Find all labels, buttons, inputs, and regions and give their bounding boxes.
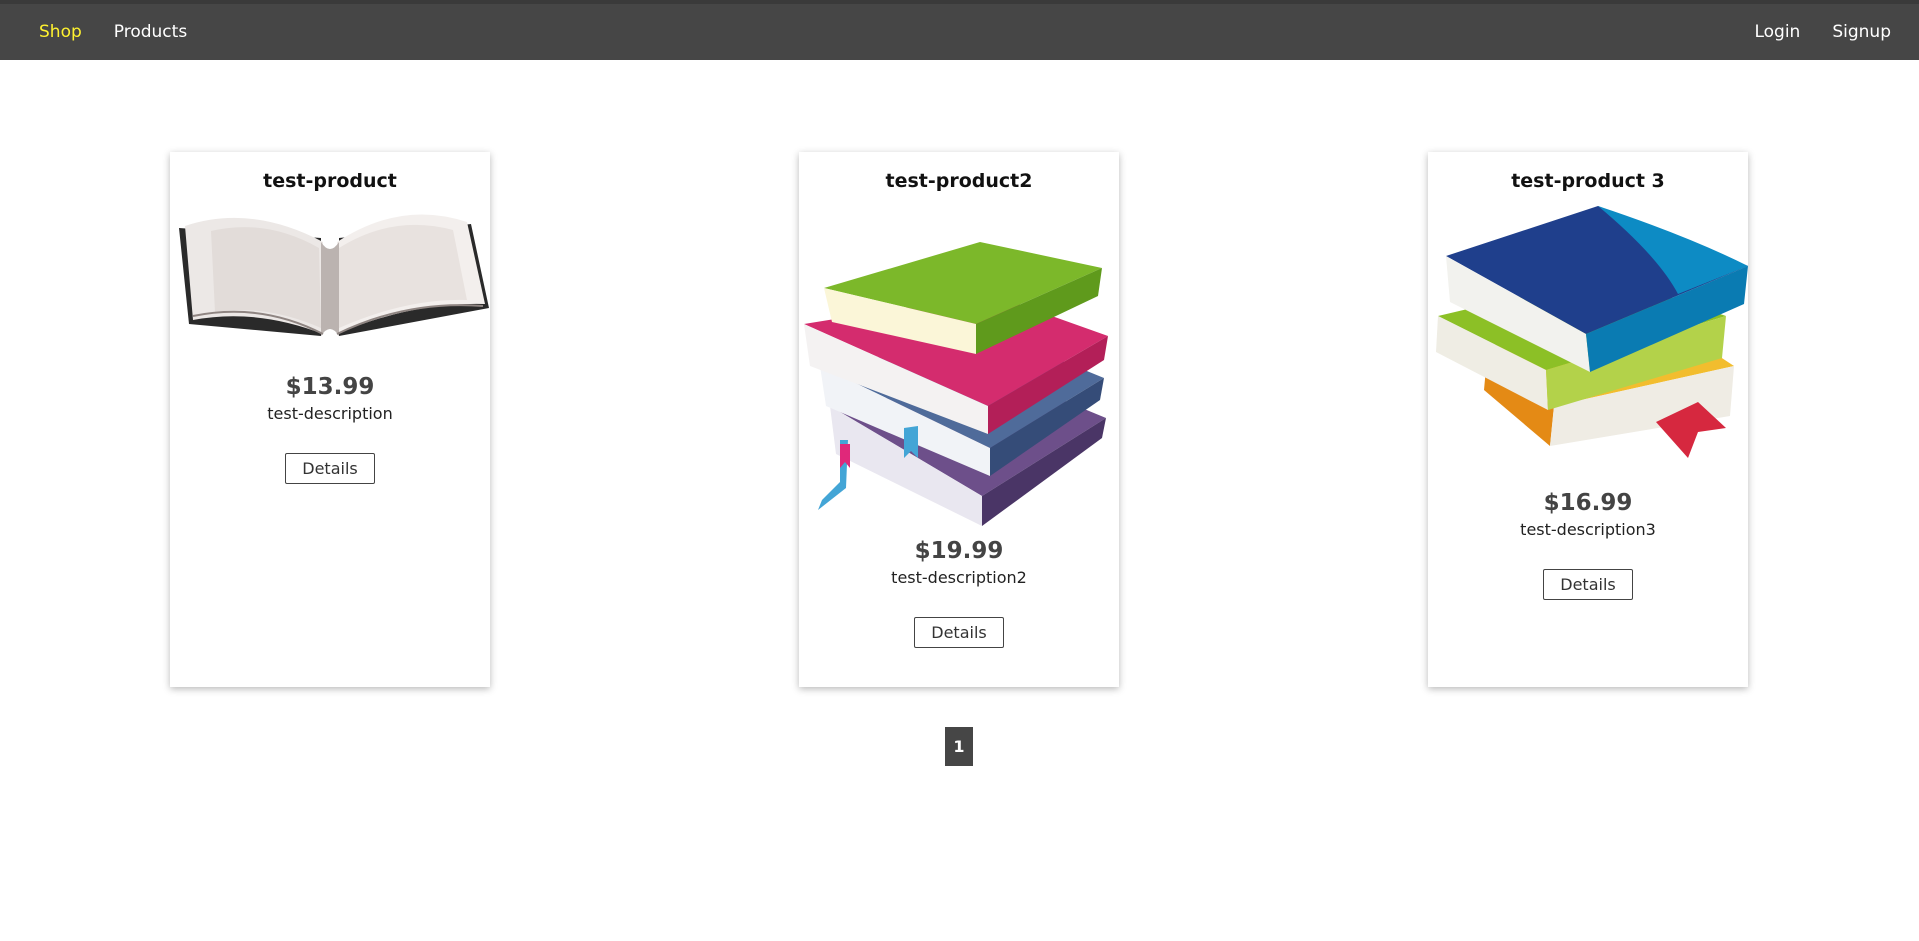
product-grid: test-product $13.99 test-description Det…: [0, 60, 1919, 766]
nav-shop-link[interactable]: Shop: [39, 22, 82, 42]
product-price: $13.99: [285, 374, 375, 400]
product-card: test-product2 $19.99 test-description2 D…: [799, 152, 1119, 687]
product-title: test-product 3: [1511, 170, 1665, 192]
product-price: $19.99: [914, 538, 1004, 564]
product-card: test-product 3 $16.99 test-description3 …: [1428, 152, 1748, 687]
product-description: test-description3: [1520, 520, 1656, 539]
pagination: 1: [945, 727, 973, 766]
top-navbar: Shop Products Login Signup: [0, 0, 1919, 60]
nav-right: Login Signup: [1754, 22, 1891, 42]
product-description: test-description2: [891, 568, 1027, 587]
product-description: test-description: [267, 404, 393, 423]
details-button[interactable]: Details: [1543, 569, 1633, 600]
nav-signup-link[interactable]: Signup: [1832, 22, 1891, 42]
product-title: test-product2: [885, 170, 1033, 192]
nav-login-link[interactable]: Login: [1754, 22, 1800, 42]
product-price: $16.99: [1543, 490, 1633, 516]
product-card: test-product $13.99 test-description Det…: [170, 152, 490, 687]
details-button[interactable]: Details: [285, 453, 375, 484]
open-book-image: [179, 214, 489, 336]
book-stack-image: [804, 242, 1108, 526]
product-title: test-product: [263, 170, 397, 192]
details-button[interactable]: Details: [914, 617, 1004, 648]
nav-left: Shop Products: [39, 22, 187, 42]
nav-products-link[interactable]: Products: [114, 22, 187, 42]
page-button-current[interactable]: 1: [945, 727, 973, 766]
book-stack-image: [1436, 206, 1748, 458]
